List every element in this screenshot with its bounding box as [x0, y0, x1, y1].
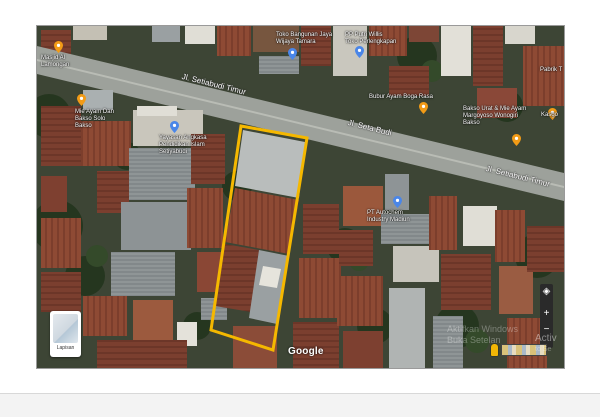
map-pin-icon[interactable] [54, 41, 63, 53]
google-logo: Google [288, 346, 324, 357]
map-pin-icon[interactable] [77, 94, 86, 106]
zoom-compass-icon[interactable]: ◈ [540, 286, 553, 298]
satellite-map[interactable]: Jl. Setiabudi Timur Jl. Seta Budi Jl. Se… [36, 25, 565, 369]
activation-watermark: Aktifkan Windows Buka Setelan [447, 324, 519, 345]
map-pin-icon[interactable] [288, 48, 297, 60]
map-pin-icon[interactable] [170, 121, 179, 133]
map-pin-icon[interactable] [419, 102, 428, 114]
map-pin-icon[interactable] [393, 196, 402, 208]
layers-button[interactable]: Lapisan [50, 311, 81, 357]
activation-text: Activ [535, 333, 557, 344]
map-pin-icon[interactable] [512, 134, 521, 146]
map-pin-icon[interactable] [355, 46, 364, 58]
map-pin-icon[interactable] [548, 108, 557, 120]
satellite-imagery [37, 26, 564, 368]
layers-label: Lapisan [56, 345, 75, 351]
zoom-in-button[interactable]: + [540, 308, 553, 320]
activation-subtext: to Se [535, 346, 552, 353]
layers-icon [53, 314, 78, 343]
bottom-band [0, 394, 600, 417]
